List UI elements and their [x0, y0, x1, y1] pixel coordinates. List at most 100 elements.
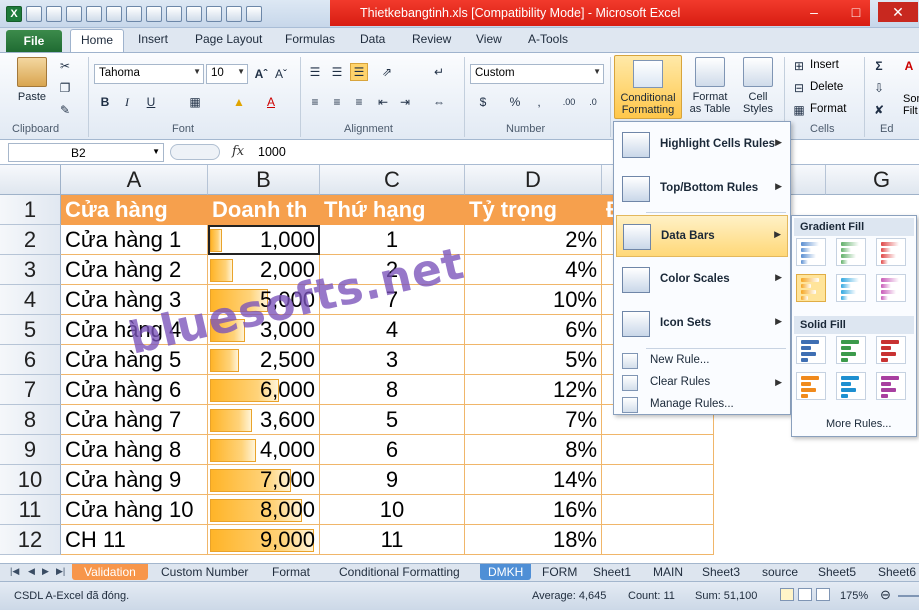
store-cell[interactable]: Cửa hàng 2 — [61, 255, 208, 285]
shrink-font-icon[interactable]: Aˇ — [272, 65, 290, 83]
tab-a-tools[interactable]: A-Tools — [528, 32, 568, 46]
open-icon[interactable] — [126, 6, 142, 22]
page-break-view-icon[interactable] — [816, 588, 830, 601]
store-cell[interactable]: Cửa hàng 6 — [61, 375, 208, 405]
italic-icon[interactable]: I — [118, 93, 136, 111]
revenue-cell[interactable]: 1,000 — [208, 225, 320, 255]
tab-view[interactable]: View — [476, 32, 502, 46]
menu-item-color-scales[interactable]: Color Scales ▶ — [616, 259, 788, 301]
row-header[interactable]: 8 — [0, 405, 61, 435]
save-icon[interactable] — [26, 6, 42, 22]
sheet-tab-sheet6[interactable]: Sheet6 — [878, 564, 916, 580]
gradient-fill-swatch[interactable] — [836, 274, 866, 302]
formula-bar-divider[interactable] — [170, 144, 220, 160]
share-cell[interactable]: 5% — [465, 345, 602, 375]
format-painter-icon[interactable]: ✎ — [56, 101, 74, 119]
number-format-select[interactable]: Custom ▼ — [470, 64, 604, 84]
tab-data[interactable]: Data — [360, 32, 385, 46]
insert-cells-button[interactable]: Insert — [810, 59, 839, 71]
row-header[interactable]: 9 — [0, 435, 61, 465]
excel-logo-icon[interactable]: X — [6, 6, 22, 22]
solid-fill-swatch[interactable] — [836, 372, 866, 400]
maximize-button[interactable]: □ — [836, 2, 876, 22]
column-header-c[interactable]: C — [320, 165, 465, 195]
borders-icon[interactable]: ▦ — [186, 93, 204, 111]
store-cell[interactable]: Cửa hàng 9 — [61, 465, 208, 495]
conditional-formatting-button[interactable]: Conditional Formatting — [614, 55, 682, 119]
font-size-select[interactable]: 10 ▼ — [206, 64, 248, 84]
format-cells-button[interactable]: Format — [810, 103, 846, 115]
sheet-tab-custom-number[interactable]: Custom Number — [161, 564, 248, 580]
more-rules-link[interactable]: More Rules... — [826, 418, 891, 430]
zoom-level[interactable]: 175% — [840, 590, 868, 602]
align-middle-icon[interactable]: ☰ — [328, 63, 346, 81]
column-header-g[interactable]: G — [826, 165, 919, 195]
revenue-cell[interactable]: 2,500 — [208, 345, 320, 375]
align-left-icon[interactable]: ≡ — [306, 93, 324, 111]
store-cell[interactable]: Cửa hàng 8 — [61, 435, 208, 465]
print-icon[interactable] — [106, 6, 122, 22]
revenue-cell[interactable]: 7,000 — [208, 465, 320, 495]
row-header[interactable]: 12 — [0, 525, 61, 555]
menu-item-highlight-cells-rules[interactable]: Highlight Cells Rules ▶ — [616, 124, 788, 166]
name-box[interactable]: B2 ▼ — [8, 143, 164, 162]
redo-icon[interactable] — [66, 6, 82, 22]
select-all-corner[interactable] — [0, 165, 61, 195]
insert-function-icon[interactable]: fx — [232, 144, 244, 159]
rank-cell[interactable]: 4 — [320, 315, 465, 345]
menu-item-manage-rules[interactable]: Manage Rules... — [616, 394, 788, 416]
grow-font-icon[interactable]: Aˆ — [252, 65, 270, 83]
formula-input[interactable]: 1000 — [258, 145, 286, 159]
sheet-tab-validation[interactable]: Validation — [72, 564, 148, 580]
revenue-cell[interactable]: 4,000 — [208, 435, 320, 465]
revenue-cell[interactable]: 9,000 — [208, 525, 320, 555]
tab-formulas[interactable]: Formulas — [285, 32, 335, 46]
row-header[interactable]: 2 — [0, 225, 61, 255]
row-header[interactable]: 10 — [0, 465, 61, 495]
rank-cell[interactable]: 6 — [320, 435, 465, 465]
share-cell[interactable]: 6% — [465, 315, 602, 345]
store-cell[interactable]: CH 11 — [61, 525, 208, 555]
store-cell[interactable]: Cửa hàng 7 — [61, 405, 208, 435]
merge-center-icon[interactable]: ⇔ — [430, 93, 448, 111]
next-sheet-icon[interactable]: ▶ — [42, 566, 49, 577]
row-header[interactable]: 5 — [0, 315, 61, 345]
fill-color-icon[interactable]: ▲ — [230, 93, 248, 111]
empty-cell[interactable] — [602, 495, 714, 525]
sheet-tab-format[interactable]: Format — [272, 564, 310, 580]
align-center-icon[interactable]: ≡ — [328, 93, 346, 111]
first-sheet-icon[interactable]: |◀ — [10, 566, 19, 577]
empty-cell[interactable] — [602, 525, 714, 555]
align-top-icon[interactable]: ☰ — [306, 63, 324, 81]
form-icon[interactable] — [166, 6, 182, 22]
column-header-b[interactable]: B — [208, 165, 320, 195]
sheet-tab-dmkh[interactable]: DMKH — [480, 564, 532, 580]
increase-indent-icon[interactable]: ⇥ — [396, 93, 414, 111]
share-cell[interactable]: 4% — [465, 255, 602, 285]
delete-cells-button[interactable]: Delete — [810, 81, 843, 93]
rank-cell[interactable]: 9 — [320, 465, 465, 495]
tab-insert[interactable]: Insert — [138, 32, 168, 46]
increase-decimal-icon[interactable]: .00 — [560, 93, 578, 111]
share-cell[interactable]: 16% — [465, 495, 602, 525]
share-cell[interactable]: 18% — [465, 525, 602, 555]
row-header[interactable]: 7 — [0, 375, 61, 405]
page-layout-view-icon[interactable] — [798, 588, 812, 601]
copy-icon[interactable]: ❐ — [56, 79, 74, 97]
row-header[interactable]: 4 — [0, 285, 61, 315]
insert-cells-icon[interactable]: ⊞ — [790, 57, 808, 75]
solid-fill-swatch[interactable] — [876, 336, 906, 364]
share-cell[interactable]: 7% — [465, 405, 602, 435]
close-button[interactable]: ✕ — [878, 2, 918, 22]
align-right-icon[interactable]: ≡ — [350, 93, 368, 111]
tab-home[interactable]: Home — [70, 29, 125, 53]
sort-filter-button[interactable]: Sor Filt — [903, 93, 919, 117]
row-header[interactable]: 3 — [0, 255, 61, 285]
gradient-fill-swatch[interactable] — [876, 274, 906, 302]
bold-icon[interactable]: B — [96, 93, 114, 111]
normal-view-icon[interactable] — [780, 588, 794, 601]
store-cell[interactable]: Cửa hàng 1 — [61, 225, 208, 255]
menu-item-clear-rules[interactable]: Clear Rules ▶ — [616, 372, 788, 394]
revenue-cell[interactable]: 6,000 — [208, 375, 320, 405]
decrease-indent-icon[interactable]: ⇤ — [374, 93, 392, 111]
